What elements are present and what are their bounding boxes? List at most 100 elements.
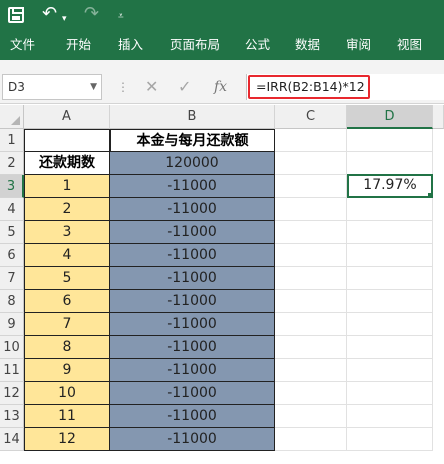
column-header-d[interactable]: D bbox=[347, 105, 433, 129]
chevron-down-icon[interactable]: ▼ bbox=[90, 75, 97, 99]
cell-b7[interactable]: -11000 bbox=[110, 267, 275, 290]
tab-view[interactable]: 视图 bbox=[397, 30, 422, 60]
cell-a1[interactable] bbox=[24, 129, 110, 152]
formula-bar: D3 ▼ ⋮ ✕ ✓ fx =IRR(B2:B14)*12 bbox=[0, 70, 444, 104]
tab-review[interactable]: 审阅 bbox=[346, 30, 371, 60]
name-box[interactable]: D3 ▼ bbox=[2, 74, 102, 100]
drag-handle-icon[interactable]: ⋮ bbox=[117, 79, 129, 95]
cell-c12[interactable] bbox=[275, 382, 347, 405]
select-all-corner[interactable] bbox=[0, 105, 24, 129]
ribbon-tabs: 文件 开始 插入 页面布局 公式 数据 审阅 视图 bbox=[0, 30, 444, 60]
name-box-value: D3 bbox=[8, 80, 25, 94]
customize-icon[interactable]: ⩡ bbox=[118, 7, 124, 27]
cell-a2[interactable]: 还款期数 bbox=[24, 152, 110, 175]
row-header-14[interactable]: 14 bbox=[0, 428, 24, 451]
row-header-10[interactable]: 10 bbox=[0, 336, 24, 359]
cell-b1[interactable]: 本金与每月还款额 bbox=[110, 129, 275, 152]
cell-b9[interactable]: -11000 bbox=[110, 313, 275, 336]
cell-d10[interactable] bbox=[347, 336, 433, 359]
column-header-c[interactable]: C bbox=[275, 105, 347, 129]
cell-c11[interactable] bbox=[275, 359, 347, 382]
formula-input[interactable]: =IRR(B2:B14)*12 bbox=[248, 75, 370, 99]
cell-d4[interactable] bbox=[347, 198, 433, 221]
cell-d13[interactable] bbox=[347, 405, 433, 428]
column-header-b[interactable]: B bbox=[110, 105, 275, 129]
row-header-6[interactable]: 6 bbox=[0, 244, 24, 267]
cell-c3[interactable] bbox=[275, 175, 347, 198]
cell-d1[interactable] bbox=[347, 129, 433, 152]
cancel-icon[interactable]: ✕ bbox=[145, 77, 158, 97]
cell-a8[interactable]: 6 bbox=[24, 290, 110, 313]
cell-a11[interactable]: 9 bbox=[24, 359, 110, 382]
cell-d2[interactable] bbox=[347, 152, 433, 175]
cell-a13[interactable]: 11 bbox=[24, 405, 110, 428]
cell-d5[interactable] bbox=[347, 221, 433, 244]
cell-b5[interactable]: -11000 bbox=[110, 221, 275, 244]
row-header-4[interactable]: 4 bbox=[0, 198, 24, 221]
cell-a6[interactable]: 4 bbox=[24, 244, 110, 267]
cell-a12[interactable]: 10 bbox=[24, 382, 110, 405]
cell-c9[interactable] bbox=[275, 313, 347, 336]
cell-d6[interactable] bbox=[347, 244, 433, 267]
cell-b11[interactable]: -11000 bbox=[110, 359, 275, 382]
cell-a7[interactable]: 5 bbox=[24, 267, 110, 290]
cell-a14[interactable]: 12 bbox=[24, 428, 110, 451]
row-header-3[interactable]: 3 bbox=[0, 175, 24, 198]
cell-b6[interactable]: -11000 bbox=[110, 244, 275, 267]
cell-d12[interactable] bbox=[347, 382, 433, 405]
cell-b3[interactable]: -11000 bbox=[110, 175, 275, 198]
tab-home[interactable]: 开始 bbox=[66, 30, 91, 60]
undo-icon[interactable]: ↶ bbox=[42, 4, 57, 24]
row-header-9[interactable]: 9 bbox=[0, 313, 24, 336]
cell-a9[interactable]: 7 bbox=[24, 313, 110, 336]
redo-icon[interactable]: ↷ bbox=[84, 4, 99, 24]
cell-b12[interactable]: -11000 bbox=[110, 382, 275, 405]
tab-data[interactable]: 数据 bbox=[295, 30, 320, 60]
tab-file[interactable]: 文件 bbox=[10, 30, 35, 60]
cell-d7[interactable] bbox=[347, 267, 433, 290]
cell-a10[interactable]: 8 bbox=[24, 336, 110, 359]
cell-c5[interactable] bbox=[275, 221, 347, 244]
cell-b8[interactable]: -11000 bbox=[110, 290, 275, 313]
cell-d14[interactable] bbox=[347, 428, 433, 451]
row-header-12[interactable]: 12 bbox=[0, 382, 24, 405]
tab-page-layout[interactable]: 页面布局 bbox=[170, 30, 220, 60]
cell-d9[interactable] bbox=[347, 313, 433, 336]
cell-c8[interactable] bbox=[275, 290, 347, 313]
cell-d3-result[interactable]: 17.97% bbox=[347, 174, 433, 198]
row-header-1[interactable]: 1 bbox=[0, 129, 24, 152]
cell-c7[interactable] bbox=[275, 267, 347, 290]
cell-b14[interactable]: -11000 bbox=[110, 428, 275, 451]
cell-b10[interactable]: -11000 bbox=[110, 336, 275, 359]
cell-c1[interactable] bbox=[275, 129, 347, 152]
cell-d8[interactable] bbox=[347, 290, 433, 313]
cell-c4[interactable] bbox=[275, 198, 347, 221]
cell-c13[interactable] bbox=[275, 405, 347, 428]
ribbon-collapsed-band bbox=[0, 60, 444, 70]
column-header-e[interactable] bbox=[433, 105, 444, 129]
row-header-5[interactable]: 5 bbox=[0, 221, 24, 244]
cell-b13[interactable]: -11000 bbox=[110, 405, 275, 428]
cell-c14[interactable] bbox=[275, 428, 347, 451]
cell-c2[interactable] bbox=[275, 152, 347, 175]
row-header-8[interactable]: 8 bbox=[0, 290, 24, 313]
cell-b4[interactable]: -11000 bbox=[110, 198, 275, 221]
row-header-2[interactable]: 2 bbox=[0, 152, 24, 175]
undo-dropdown-icon[interactable]: ▾ bbox=[62, 9, 67, 29]
cell-a4[interactable]: 2 bbox=[24, 198, 110, 221]
cell-c6[interactable] bbox=[275, 244, 347, 267]
cell-a3[interactable]: 1 bbox=[24, 175, 110, 198]
save-icon[interactable] bbox=[8, 7, 24, 23]
row-header-11[interactable]: 11 bbox=[0, 359, 24, 382]
row-header-13[interactable]: 13 bbox=[0, 405, 24, 428]
cell-a5[interactable]: 3 bbox=[24, 221, 110, 244]
insert-function-icon[interactable]: fx bbox=[214, 77, 227, 97]
column-header-a[interactable]: A bbox=[24, 105, 110, 129]
tab-formulas[interactable]: 公式 bbox=[245, 30, 270, 60]
cell-b2[interactable]: 120000 bbox=[110, 152, 275, 175]
cell-c10[interactable] bbox=[275, 336, 347, 359]
tab-insert[interactable]: 插入 bbox=[118, 30, 143, 60]
cell-d11[interactable] bbox=[347, 359, 433, 382]
row-header-7[interactable]: 7 bbox=[0, 267, 24, 290]
enter-icon[interactable]: ✓ bbox=[178, 77, 191, 97]
